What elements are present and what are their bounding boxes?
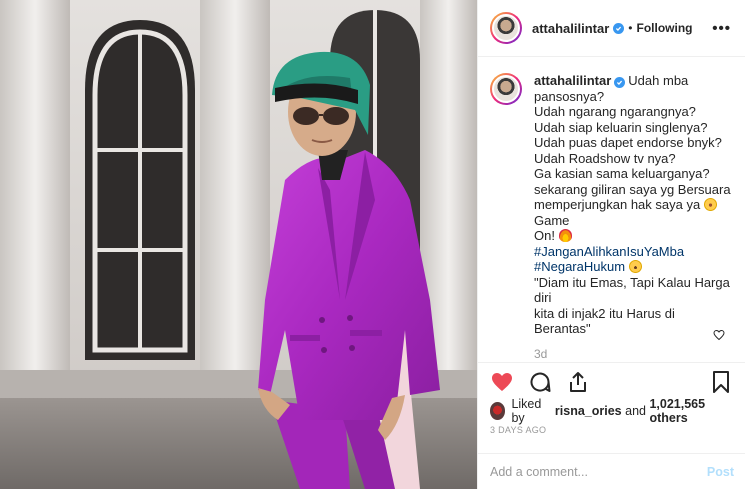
photo-illustration bbox=[0, 0, 477, 489]
heart-icon[interactable] bbox=[490, 370, 514, 394]
caption-text: attahalilintar Udah mba pansosnya? Udah n… bbox=[534, 73, 733, 337]
likes-count-link[interactable]: 1,021,565 others bbox=[649, 397, 733, 425]
caption-line: attahalilintar Udah mba bbox=[534, 73, 733, 89]
more-options-button[interactable]: ••• bbox=[712, 20, 731, 37]
liked-by-prefix: Liked by bbox=[511, 397, 542, 425]
post-side-panel: attahalilintar • Following ••• attahalil… bbox=[477, 0, 745, 489]
avatar-image bbox=[492, 75, 520, 103]
comment-icon[interactable] bbox=[528, 370, 552, 394]
caption-line-8-text: memperjungkan hak saya ya bbox=[534, 197, 701, 212]
caption-line-4: Udah puas dapet endorse bnyk? bbox=[534, 135, 722, 150]
caption-line-10-text: On! bbox=[534, 228, 555, 243]
verified-badge-icon bbox=[613, 22, 625, 34]
user-avatar[interactable] bbox=[490, 12, 522, 44]
bookmark-icon[interactable] bbox=[709, 370, 733, 394]
post-header: attahalilintar • Following ••• bbox=[478, 0, 745, 57]
liked-by-user-link[interactable]: risna_ories bbox=[555, 404, 622, 418]
share-icon[interactable] bbox=[566, 370, 590, 394]
liker-avatar[interactable] bbox=[490, 402, 506, 420]
post-date[interactable]: 3 DAYS AGO bbox=[478, 422, 745, 442]
action-bar bbox=[478, 362, 745, 400]
hashtag-link[interactable]: #NegaraHukum bbox=[534, 259, 625, 274]
caption-avatar[interactable] bbox=[490, 73, 522, 105]
instagram-post: attahalilintar • Following ••• attahalil… bbox=[0, 0, 745, 489]
caption-username-link[interactable]: attahalilintar bbox=[534, 73, 611, 88]
following-button[interactable]: Following bbox=[637, 21, 693, 35]
post-comment-button[interactable]: Post bbox=[707, 465, 734, 479]
comments-section: attahalilintar Udah mba pansosnya? Udah n… bbox=[478, 57, 745, 362]
caption-row: attahalilintar Udah mba pansosnya? Udah n… bbox=[490, 73, 733, 337]
caption-line-2: Udah ngarang ngarangnya? bbox=[534, 104, 696, 119]
caption-line-8: memperjungkan hak saya ya Game bbox=[534, 197, 733, 228]
likes-summary: Liked by risna_ories and 1,021,565 other… bbox=[478, 397, 745, 425]
avatar-image bbox=[492, 14, 520, 42]
fire-emoji-icon bbox=[558, 229, 572, 242]
caption-line-14: kita di injak2 itu Harus di Berantas" bbox=[534, 305, 675, 337]
caption-time-ago[interactable]: 3d bbox=[534, 347, 733, 361]
hashtag-link[interactable]: #JanganAlihkanIsuYaMba bbox=[534, 244, 733, 260]
small-heart-icon[interactable] bbox=[713, 329, 725, 341]
add-comment-bar: Post bbox=[478, 453, 745, 489]
post-photo[interactable] bbox=[0, 0, 477, 489]
caption-line-12: #NegaraHukum bbox=[534, 259, 733, 275]
laughing-emoji-icon bbox=[703, 198, 717, 211]
caption-line-9-text: Game bbox=[534, 212, 570, 228]
liked-by-and: and bbox=[625, 404, 646, 418]
caption-line-5: Udah Roadshow tv nya? bbox=[534, 150, 676, 166]
smiling-emoji-icon bbox=[628, 260, 642, 273]
caption-line-1: pansosnya? bbox=[534, 88, 605, 104]
comment-input[interactable] bbox=[490, 464, 707, 479]
verified-badge-icon bbox=[614, 77, 626, 88]
caption-line-6: Ga kasian sama keluarganya? bbox=[534, 166, 710, 181]
caption-line-7: sekarang giliran saya yg Bersuara bbox=[534, 181, 731, 197]
caption-line-13: "Diam itu Emas, Tapi Kalau Harga diri bbox=[534, 274, 730, 306]
caption-line-0: Udah mba bbox=[628, 73, 689, 88]
username-link[interactable]: attahalilintar bbox=[532, 21, 609, 36]
separator-dot: • bbox=[628, 21, 633, 35]
caption-line-10: On! bbox=[534, 228, 733, 244]
caption-line-3: Udah siap keluarin singlenya? bbox=[534, 119, 708, 135]
